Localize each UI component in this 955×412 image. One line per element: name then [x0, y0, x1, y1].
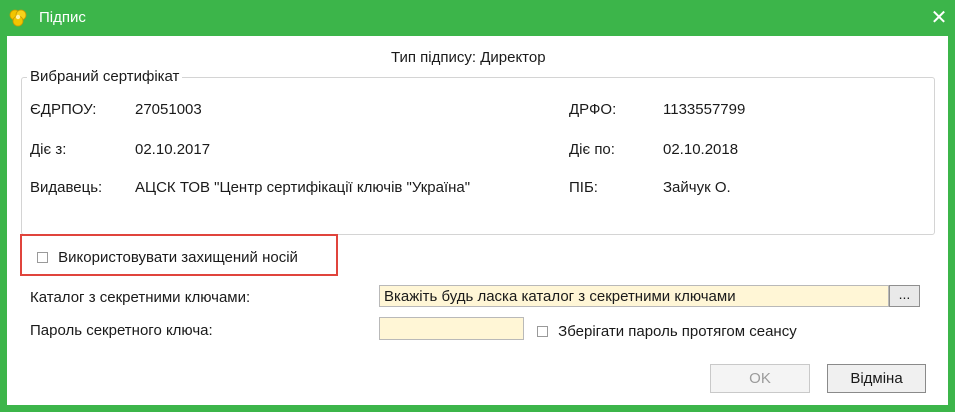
- dialog-window: Підпис ✕ Тип підпису: Директор Вибраний …: [0, 0, 955, 412]
- edrpou-label: ЄДРПОУ:: [30, 101, 97, 118]
- remember-password-checkbox[interactable]: [537, 325, 548, 337]
- window-title: Підпис: [39, 9, 86, 26]
- drfo-label: ДРФО:: [569, 101, 617, 118]
- remember-password-label: Зберігати пароль протягом сеансу: [558, 322, 797, 340]
- key-dir-input[interactable]: [379, 285, 889, 307]
- pib-value: Зайчук О.: [663, 179, 731, 196]
- cancel-button[interactable]: Відміна: [827, 364, 926, 393]
- protected-media-option[interactable]: Використовувати захищений носій: [37, 248, 298, 266]
- signature-type-label: Тип підпису: Директор: [391, 49, 546, 66]
- browse-button[interactable]: ...: [889, 285, 920, 307]
- certificate-group-legend: Вибраний сертифікат: [27, 68, 183, 85]
- password-input[interactable]: [379, 317, 524, 340]
- title-bar[interactable]: Підпис ✕: [0, 0, 955, 36]
- password-label: Пароль секретного ключа:: [30, 322, 213, 339]
- pib-label: ПІБ:: [569, 179, 598, 196]
- protected-media-label: Використовувати захищений носій: [58, 248, 298, 266]
- key-dir-label: Каталог з секретними ключами:: [30, 289, 251, 306]
- protected-media-checkbox[interactable]: [37, 251, 48, 263]
- issuer-label: Видавець:: [30, 179, 103, 196]
- ok-button[interactable]: OK: [710, 364, 810, 393]
- valid-from-value: 02.10.2017: [135, 141, 211, 158]
- edrpou-value: 27051003: [135, 101, 202, 118]
- dialog-body: Тип підпису: Директор Вибраний сертифіка…: [7, 36, 948, 405]
- drfo-value: 1133557799: [663, 101, 746, 118]
- issuer-value: АЦСК ТОВ "Центр сертифікації ключів "Укр…: [135, 179, 471, 196]
- close-icon[interactable]: ✕: [928, 7, 950, 29]
- yellow-flower-icon: [9, 9, 27, 27]
- valid-to-value: 02.10.2018: [663, 141, 739, 158]
- remember-password-option[interactable]: Зберігати пароль протягом сеансу: [537, 322, 797, 340]
- valid-from-label: Діє з:: [30, 141, 67, 158]
- valid-to-label: Діє по:: [569, 141, 615, 158]
